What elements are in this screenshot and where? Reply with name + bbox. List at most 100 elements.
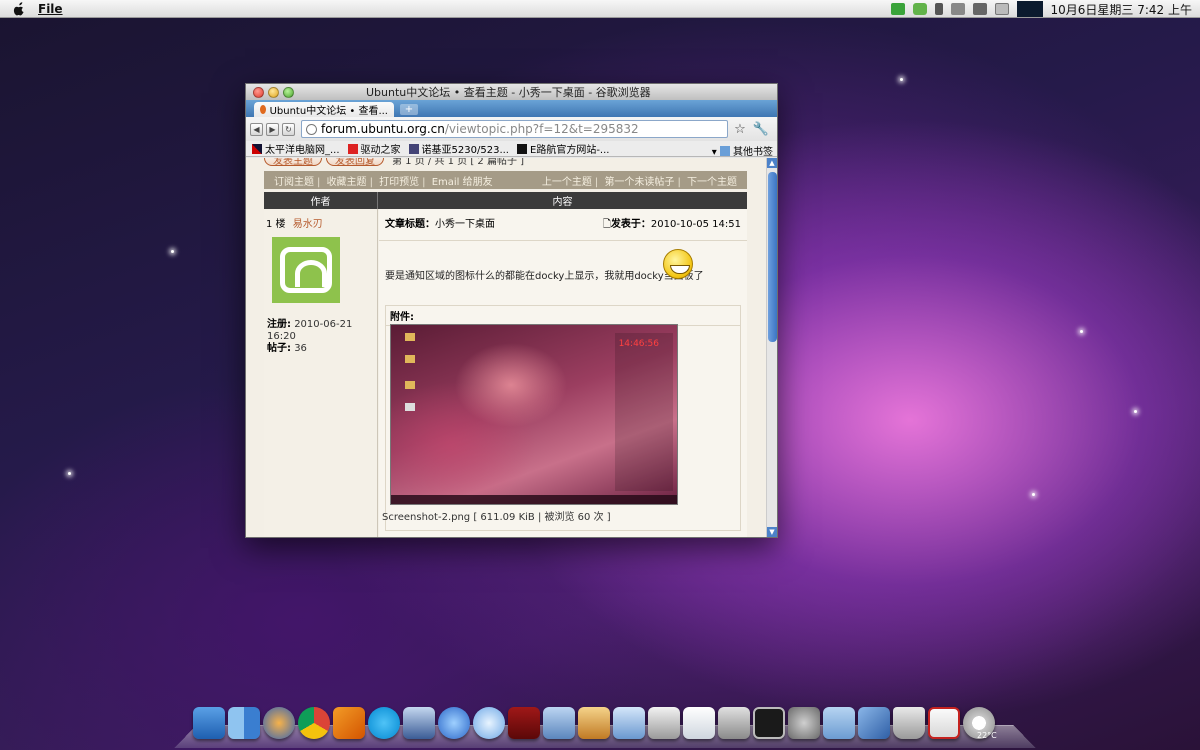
folder-icon: [405, 381, 415, 389]
next-topic-link[interactable]: 下一个主题: [687, 177, 737, 188]
topic-links-bar: 订阅主题 | 收藏主题 | 打印预览 | Email 给朋友 上一个主题 | 第一个未读…: [264, 171, 747, 189]
new-tab-button[interactable]: +: [400, 104, 418, 115]
gmail-icon[interactable]: [928, 707, 960, 739]
star: [900, 78, 903, 81]
system-prefs-icon[interactable]: [788, 707, 820, 739]
tab-ubuntu-forum[interactable]: Ubuntu中文论坛 • 查看...: [254, 102, 394, 117]
dock: [193, 707, 995, 743]
ubuntu-favicon-icon: [260, 105, 266, 114]
thunderbird-icon[interactable]: [263, 707, 295, 739]
calculator-icon[interactable]: [718, 707, 750, 739]
author-name[interactable]: 易水刃: [293, 219, 323, 230]
update-icon[interactable]: [912, 3, 927, 15]
new-topic-button[interactable]: 发表主题: [264, 158, 322, 167]
text-edit-icon[interactable]: [683, 707, 715, 739]
scroll-thumb[interactable]: [768, 172, 777, 342]
menu-file[interactable]: File: [38, 2, 63, 16]
folder-icon: [405, 355, 415, 363]
bookmark-item[interactable]: E路航官方网站-...: [517, 141, 609, 156]
post-time: 2010-10-05 14:51: [650, 219, 741, 230]
minimize-button[interactable]: [268, 86, 279, 98]
weather-temperature: 22°C: [977, 731, 997, 740]
image-capture-icon[interactable]: [578, 707, 610, 739]
email-link[interactable]: Email 给朋友: [432, 177, 493, 188]
chrome-icon[interactable]: [298, 707, 330, 739]
author-info: 注册: 2010-06-21 16:20 帖子: 36: [267, 319, 353, 354]
mail-icon[interactable]: [994, 3, 1009, 15]
avatar[interactable]: [272, 237, 340, 303]
menubar-status-area: 10月6日星期三 7:42 上午: [890, 0, 1192, 18]
messenger-icon[interactable]: [438, 707, 470, 739]
bookmark-topic-link[interactable]: 收藏主题: [327, 177, 367, 188]
folder-icon[interactable]: [823, 707, 855, 739]
tab-strip: Ubuntu中文论坛 • 查看... +: [246, 100, 777, 117]
url-path: /viewtopic.php?f=12&t=295832: [444, 122, 639, 136]
network-icon[interactable]: [950, 3, 965, 15]
preview-icon[interactable]: [403, 707, 435, 739]
scanner-icon[interactable]: [648, 707, 680, 739]
bookmark-item[interactable]: 驱动之家: [347, 141, 401, 156]
apple-icon[interactable]: [12, 1, 26, 16]
subscribe-link[interactable]: 订阅主题: [274, 177, 314, 188]
reload-button[interactable]: ↻: [282, 122, 295, 136]
volume-icon[interactable]: [972, 3, 987, 15]
url-host: forum.ubuntu.org.cn: [321, 122, 445, 136]
floor-label: 1 楼: [266, 219, 286, 230]
terminal-icon[interactable]: [753, 707, 785, 739]
finder-icon[interactable]: [228, 707, 260, 739]
trash-icon[interactable]: [893, 707, 925, 739]
star: [171, 250, 174, 253]
scroll-up-button[interactable]: ▲: [767, 158, 777, 168]
forward-button[interactable]: ▶: [266, 122, 279, 136]
attachment-caption: Screenshot-2.png [ 611.09 KiB | 被浏览 60 次…: [382, 512, 611, 523]
menubar: File 10月6日星期三 7:42 上午: [0, 0, 1200, 18]
print-link[interactable]: 打印预览: [379, 177, 419, 188]
prev-topic-link[interactable]: 上一个主题: [542, 177, 592, 188]
author-column: 1 楼 易水刃 注册: 2010-06-21 16:20 帖子: 36: [264, 209, 378, 537]
skype-icon[interactable]: [368, 707, 400, 739]
photo-booth-icon[interactable]: [508, 707, 540, 739]
folder-icon: [405, 333, 415, 341]
anchor-icon[interactable]: [193, 707, 225, 739]
tab-label: Ubuntu中文论坛 • 查看...: [269, 106, 388, 117]
back-button[interactable]: ◀: [250, 122, 263, 136]
bluetooth-icon[interactable]: [934, 3, 943, 15]
pagination: 第 1 页 / 共 1 页 [ 2 篇帖子 ]: [392, 158, 525, 167]
star: [68, 472, 71, 475]
author-column-header: 作者: [264, 192, 378, 209]
address-bar[interactable]: forum.ubuntu.org.cn/viewtopic.php?f=12&t…: [301, 120, 729, 138]
system-monitor-icon[interactable]: [1016, 1, 1043, 17]
close-button[interactable]: [253, 86, 264, 98]
zoom-button[interactable]: [283, 86, 294, 98]
post-count: 36: [294, 343, 307, 354]
window-titlebar[interactable]: Ubuntu中文论坛 • 查看主题 - 小秀一下桌面 - 谷歌浏览器: [246, 84, 777, 100]
crossover-icon[interactable]: [333, 707, 365, 739]
document-icon: [405, 403, 415, 411]
scroll-down-button[interactable]: ▼: [767, 527, 777, 537]
post-body: 要是通知区域的图标什么的都能在docky上显示，我就用docky当面板了: [385, 271, 704, 282]
star: [1032, 493, 1035, 496]
post-header: 文章标题：小秀一下桌面 🗋发表于：2010-10-05 14:51: [379, 209, 747, 241]
bookmark-star-icon[interactable]: ☆: [734, 122, 746, 137]
browser-toolbar: ◀ ▶ ↻ forum.ubuntu.org.cn/viewtopic.php?…: [246, 117, 777, 141]
post-title: 小秀一下桌面: [435, 219, 495, 230]
bookmark-item[interactable]: 太平洋电脑网_...: [252, 141, 340, 156]
screen-sharing-icon[interactable]: [613, 707, 645, 739]
screenshot-dock: [391, 495, 677, 504]
reply-button[interactable]: 发表回复: [326, 158, 384, 167]
iphoto-icon[interactable]: [543, 707, 575, 739]
other-bookmarks[interactable]: ▾ 其他书签: [712, 143, 773, 156]
browser-window: Ubuntu中文论坛 • 查看主题 - 小秀一下桌面 - 谷歌浏览器 Ubunt…: [245, 83, 778, 538]
first-unread-link[interactable]: 第一个未读帖子: [604, 177, 674, 188]
screenshot-clock: 14:46:56: [618, 339, 659, 349]
virtualbox-icon[interactable]: [858, 707, 890, 739]
bookmark-item[interactable]: 诺基亚5230/523...: [408, 141, 509, 156]
globe-icon: [306, 123, 317, 135]
status-icon[interactable]: [890, 3, 905, 15]
menubar-clock[interactable]: 10月6日星期三 7:42 上午: [1051, 1, 1192, 18]
itunes-icon[interactable]: [473, 707, 505, 739]
smiley-icon: [663, 249, 693, 279]
page-scrollbar[interactable]: ▲ ▼: [766, 158, 777, 537]
attachment-screenshot[interactable]: 14:46:56: [390, 324, 678, 505]
wrench-icon[interactable]: 🔧: [753, 122, 769, 137]
